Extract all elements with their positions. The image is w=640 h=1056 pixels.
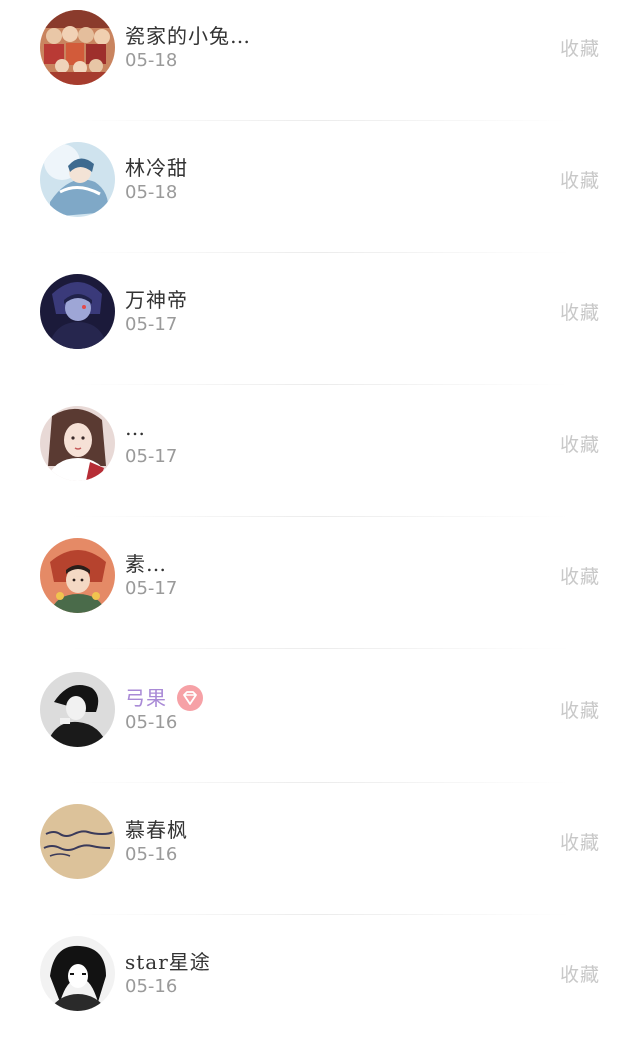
favorite-button[interactable]: 收藏 [560,828,600,855]
user-name[interactable]: 林冷甜 [125,152,188,181]
list-item[interactable]: 弓果 05-16 收藏 [0,660,640,792]
divider [70,648,570,649]
list-item[interactable]: 万神帝 05-17 收藏 [0,264,640,396]
user-name[interactable]: 慕春枫 [125,814,188,843]
user-name-text[interactable]: 弓果 [125,686,167,710]
divider [70,384,570,385]
avatar[interactable] [40,672,115,747]
date-label: 05-16 [125,712,178,733]
date-label: 05-16 [125,976,178,997]
avatar[interactable] [40,804,115,879]
favorite-button[interactable]: 收藏 [560,960,600,987]
avatar[interactable] [40,274,115,349]
date-label: 05-18 [125,50,178,71]
list-item[interactable]: 林冷甜 05-18 收藏 [0,132,640,264]
favorite-button[interactable]: 收藏 [560,166,600,193]
vip-badge-icon [177,684,203,711]
list-item[interactable]: 瓷家的小兔… 05-18 收藏 [0,0,640,132]
user-name[interactable]: 瓷家的小兔… [125,20,251,49]
avatar[interactable] [40,538,115,613]
favorite-button[interactable]: 收藏 [560,696,600,723]
avatar[interactable] [40,142,115,217]
user-name[interactable]: 素… [125,548,167,577]
avatar[interactable] [40,10,115,85]
date-label: 05-17 [125,314,178,335]
favorite-button[interactable]: 收藏 [560,34,600,61]
divider [70,914,570,915]
divider [70,782,570,783]
user-name[interactable]: star星途 [125,946,211,975]
favorite-button[interactable]: 收藏 [560,562,600,589]
date-label: 05-16 [125,844,178,865]
user-name[interactable]: … [125,416,146,440]
list-item[interactable]: 慕春枫 05-16 收藏 [0,792,640,924]
date-label: 05-17 [125,578,178,599]
date-label: 05-18 [125,182,178,203]
favorite-button[interactable]: 收藏 [560,430,600,457]
list-item[interactable]: 素… 05-17 收藏 [0,528,640,660]
divider [70,252,570,253]
list-item[interactable]: star星途 05-16 收藏 [0,924,640,1056]
divider [70,120,570,121]
divider [70,516,570,517]
user-name[interactable]: 弓果 [125,682,203,713]
avatar[interactable] [40,406,115,481]
avatar[interactable] [40,936,115,1011]
favorite-button[interactable]: 收藏 [560,298,600,325]
date-label: 05-17 [125,446,178,467]
list-item[interactable]: … 05-17 收藏 [0,396,640,528]
user-name[interactable]: 万神帝 [125,284,188,313]
